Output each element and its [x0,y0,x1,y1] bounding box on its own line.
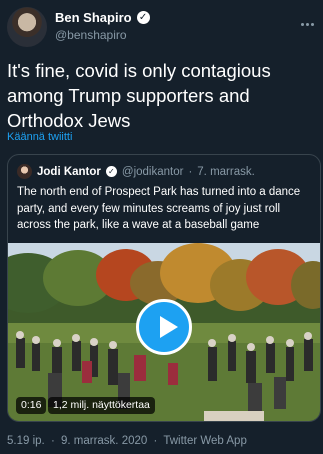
quoted-tweet-date[interactable]: 7. marrask. [197,166,255,178]
separator-dot: · [50,435,55,447]
separator-dot: · [188,165,193,178]
verified-check-icon: ✓ [105,166,117,177]
quoted-author-handle: @jodikantor [121,165,184,178]
quoted-tweet-header: Jodi Kantor ✓ @jodikantor · 7. marrask. [17,164,255,179]
verified-check-icon: ✓ [136,11,150,24]
quoted-tweet-text: The north end of Prospect Park has turne… [17,186,301,231]
video-player[interactable]: 0:16 1,2 milj. näyttökertaa [8,243,320,421]
tweet-source[interactable]: Twitter Web App [163,435,247,447]
author-handle[interactable]: @benshapiro [55,28,127,42]
tweet-date[interactable]: 9. marrask. 2020 [61,435,147,447]
separator-dot: · [153,435,158,447]
tweet-header: Ben Shapiro ✓ @benshapiro [7,5,317,47]
tweet-text: It's fine, covid is only contagious amon… [7,60,271,131]
author-name[interactable]: Ben Shapiro [55,10,132,25]
play-icon [160,316,178,338]
tweet-time[interactable]: 5.19 ip. [7,435,45,447]
author-avatar[interactable] [7,7,47,47]
video-duration: 0:16 [16,397,47,414]
video-view-count: 1,2 milj. näyttökertaa [48,397,155,414]
quoted-author-avatar [17,164,32,179]
quoted-author-name: Jodi Kantor [37,165,101,178]
quoted-tweet[interactable]: Jodi Kantor ✓ @jodikantor · 7. marrask. … [7,154,321,422]
more-options-icon[interactable] [301,13,317,26]
tweet-footer: 5.19 ip. · 9. marrask. 2020 · Twitter We… [7,435,250,447]
translate-tweet-link[interactable]: Käännä twiitti [7,131,72,143]
author-name-row: Ben Shapiro ✓ [55,10,150,25]
play-button[interactable] [136,299,192,355]
